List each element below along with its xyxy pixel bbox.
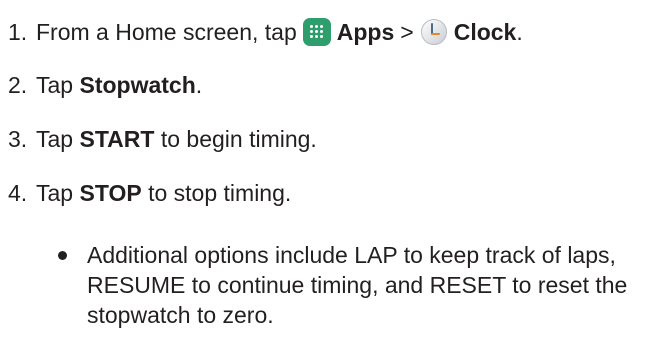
step-text: Tap: [36, 72, 74, 98]
step-suffix: .: [195, 72, 203, 98]
step-2: 2. Tap Stopwatch.: [8, 70, 202, 100]
step-3: 3. Tap START to begin timing.: [8, 124, 317, 154]
start-label: START: [79, 126, 155, 152]
options-bullet: Additional options include LAP to keep t…: [58, 240, 648, 330]
apps-grid-icon: [302, 18, 331, 46]
stopwatch-label: Stopwatch: [79, 72, 196, 98]
step-suffix: .: [516, 19, 523, 45]
step-text: From a Home screen, tap: [36, 19, 297, 45]
step-number: 4.: [8, 180, 28, 206]
step-4: 4. Tap STOP to stop timing.: [8, 178, 291, 208]
clock-label: Clock: [453, 19, 517, 45]
step-1: 1. From a Home screen, tap Apps > Clock …: [8, 17, 523, 47]
step-suffix: to stop timing.: [148, 180, 292, 206]
step-suffix: to begin timing.: [160, 126, 317, 152]
step-number: 2.: [8, 72, 28, 98]
bullet-text: Additional options include LAP to keep t…: [87, 242, 628, 328]
apps-label: Apps: [336, 19, 395, 45]
stop-label: STOP: [79, 180, 142, 206]
step-number: 1.: [8, 19, 28, 45]
clock-icon: [420, 18, 448, 46]
step-text: Tap: [36, 180, 74, 206]
step-text: Tap: [36, 126, 74, 152]
separator: >: [400, 19, 414, 45]
step-number: 3.: [8, 126, 28, 152]
bullet-dot: [58, 251, 67, 260]
